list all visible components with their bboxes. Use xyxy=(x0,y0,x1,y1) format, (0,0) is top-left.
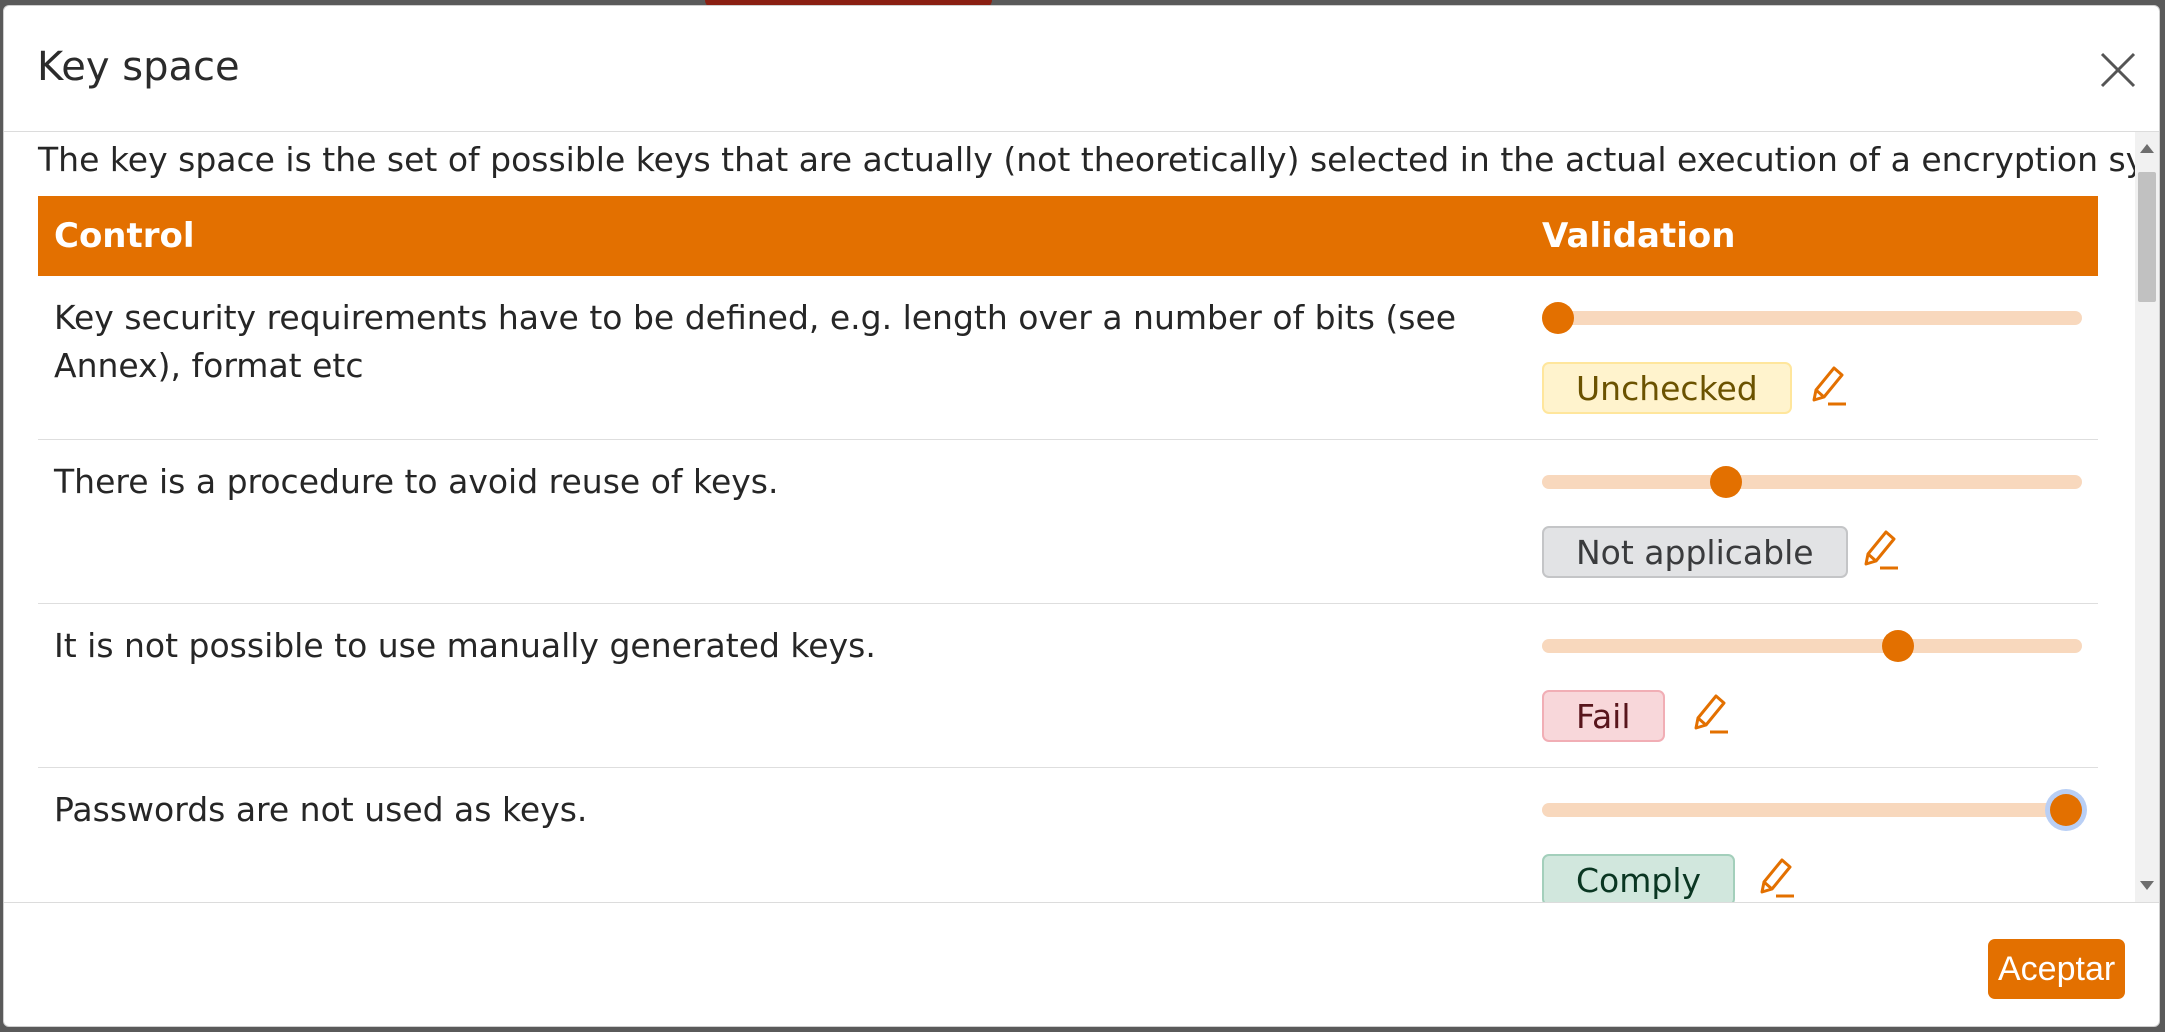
validation-slider[interactable] xyxy=(1542,630,2082,662)
table-row: Key security requirements have to be def… xyxy=(38,276,2098,440)
edit-button[interactable] xyxy=(1858,526,1902,574)
pencil-icon xyxy=(1864,530,1898,570)
validation-slider[interactable] xyxy=(1542,466,2082,498)
control-text: It is not possible to use manually gener… xyxy=(54,626,876,665)
validation-slider[interactable] xyxy=(1542,794,2082,826)
modal-body: The key space is the set of possible key… xyxy=(4,132,2135,902)
slider-thumb[interactable] xyxy=(1542,302,1574,334)
pencil-icon xyxy=(1760,858,1794,898)
control-text: Key security requirements have to be def… xyxy=(54,298,1457,385)
table-row: Passwords are not used as keys. Comply xyxy=(38,768,2098,902)
key-space-modal: Key space The key space is the set of po… xyxy=(3,5,2160,1027)
status-badge: Unchecked xyxy=(1542,362,1792,414)
table-row: It is not possible to use manually gener… xyxy=(38,604,2098,768)
close-button[interactable] xyxy=(2096,48,2140,92)
slider-thumb[interactable] xyxy=(1882,630,1915,662)
modal-footer: Aceptar xyxy=(4,902,2159,1026)
slider-thumb[interactable] xyxy=(2050,794,2082,826)
edit-button[interactable] xyxy=(1806,362,1850,410)
edit-button[interactable] xyxy=(1754,854,1798,902)
scrollbar-thumb[interactable] xyxy=(2138,172,2156,302)
validation-slider[interactable] xyxy=(1542,302,2082,334)
table-row: There is a procedure to avoid reuse of k… xyxy=(38,440,2098,604)
header-validation: Validation xyxy=(1542,216,1736,256)
modal-description: The key space is the set of possible key… xyxy=(38,140,2135,179)
modal-header: Key space xyxy=(4,6,2159,132)
accept-button[interactable]: Aceptar xyxy=(1988,939,2126,999)
pencil-icon xyxy=(1812,366,1846,406)
close-icon xyxy=(2100,52,2136,88)
status-badge: Fail xyxy=(1542,690,1665,742)
control-text: Passwords are not used as keys. xyxy=(54,790,588,829)
vertical-scrollbar[interactable] xyxy=(2135,132,2159,902)
header-control: Control xyxy=(54,216,195,256)
pencil-icon xyxy=(1694,694,1728,734)
modal-title: Key space xyxy=(37,44,240,90)
edit-button[interactable] xyxy=(1688,690,1732,738)
scroll-down-arrow-icon[interactable] xyxy=(2140,881,2154,890)
slider-thumb[interactable] xyxy=(1709,466,1742,498)
scroll-up-arrow-icon[interactable] xyxy=(2140,144,2154,153)
control-text: There is a procedure to avoid reuse of k… xyxy=(54,462,779,501)
status-badge: Comply xyxy=(1542,854,1736,902)
table-header: Control Validation xyxy=(38,196,2098,276)
controls-table: Control Validation Key security requirem… xyxy=(38,196,2098,902)
status-badge: Not applicable xyxy=(1542,526,1848,578)
